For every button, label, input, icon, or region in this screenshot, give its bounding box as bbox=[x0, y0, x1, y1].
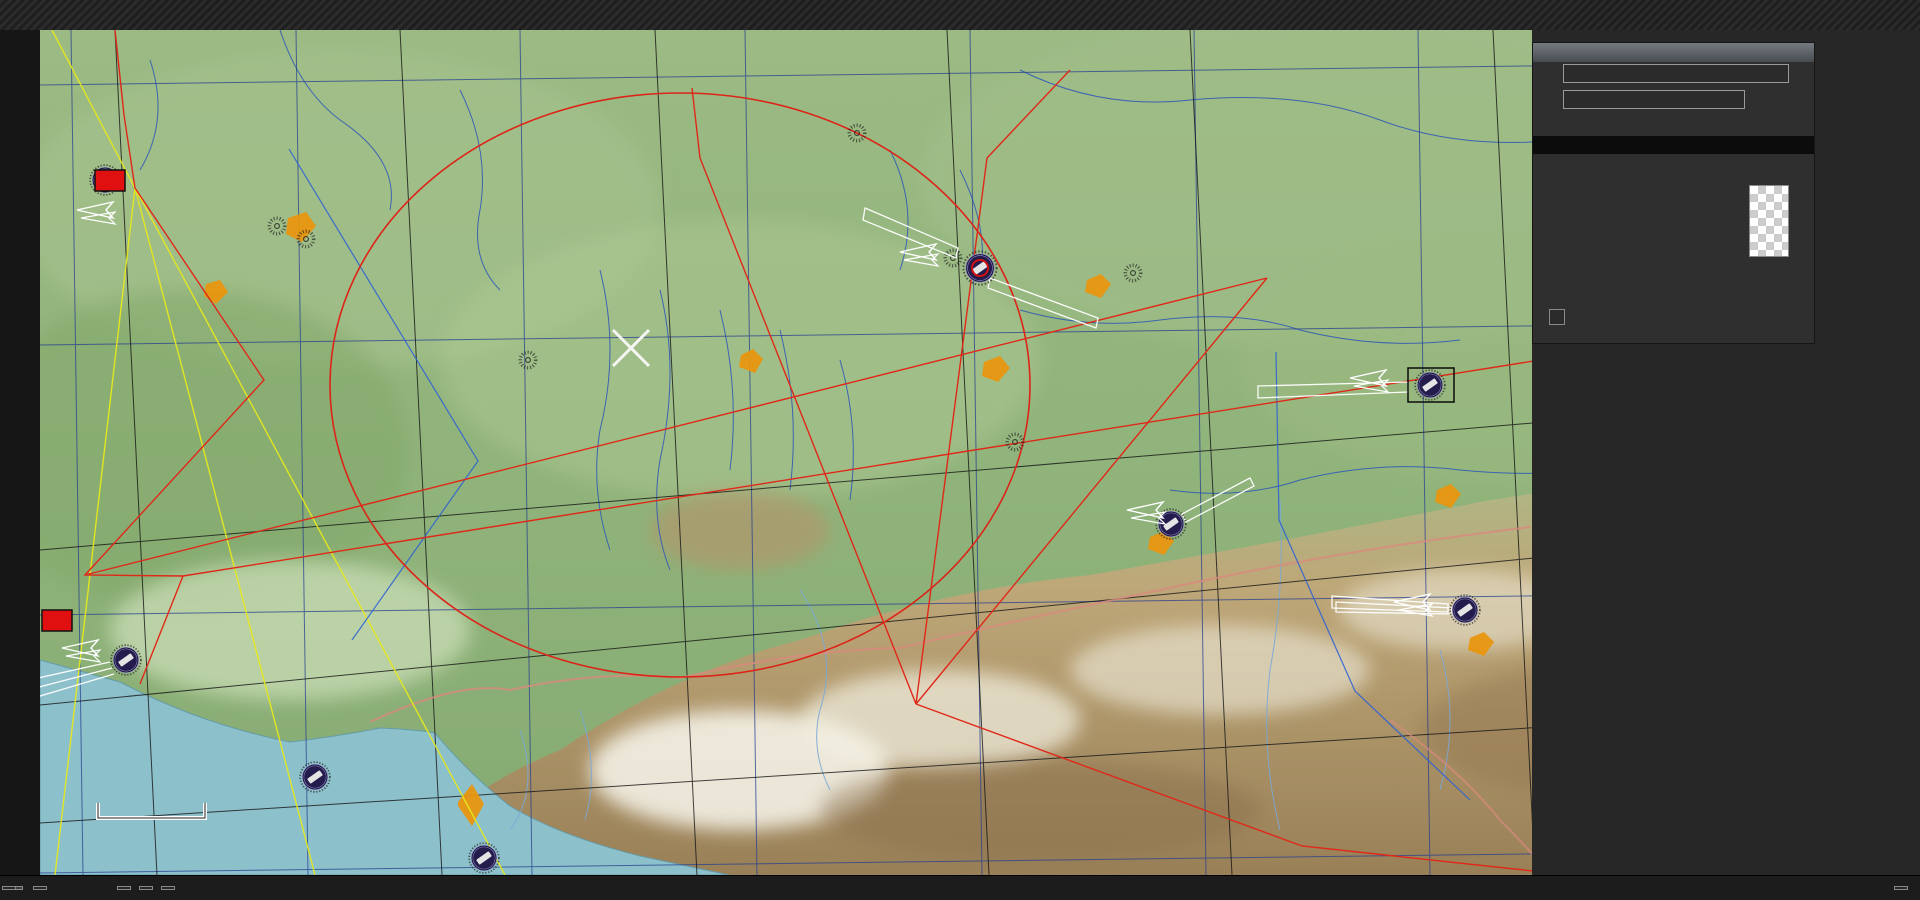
zone-radius-input[interactable] bbox=[1563, 90, 1745, 109]
alt-value bbox=[117, 886, 131, 890]
unit-icon-maykop bbox=[95, 170, 125, 191]
color-preview-swatch bbox=[1749, 185, 1789, 257]
trigger-zone-window bbox=[1532, 42, 1815, 344]
left-toolbar bbox=[0, 30, 40, 875]
mission-editor-app bbox=[0, 0, 1920, 900]
color-section-header bbox=[1533, 136, 1814, 154]
layer-dropdown-icon[interactable] bbox=[16, 886, 23, 890]
status-bar bbox=[0, 875, 1920, 900]
trigger-zone-header[interactable] bbox=[1533, 43, 1814, 62]
layer-select[interactable] bbox=[2, 886, 16, 890]
mission-filename bbox=[33, 886, 47, 890]
cursor-mode[interactable] bbox=[161, 886, 175, 890]
right-panel-column bbox=[1532, 30, 1920, 875]
hidden-checkbox[interactable] bbox=[1549, 309, 1565, 325]
zone-name-input[interactable] bbox=[1563, 64, 1789, 83]
map-scale-value bbox=[139, 886, 153, 890]
mission-datetime bbox=[1894, 886, 1908, 890]
menu-bar bbox=[0, 0, 1920, 30]
unit-icon-sochi bbox=[42, 610, 72, 631]
